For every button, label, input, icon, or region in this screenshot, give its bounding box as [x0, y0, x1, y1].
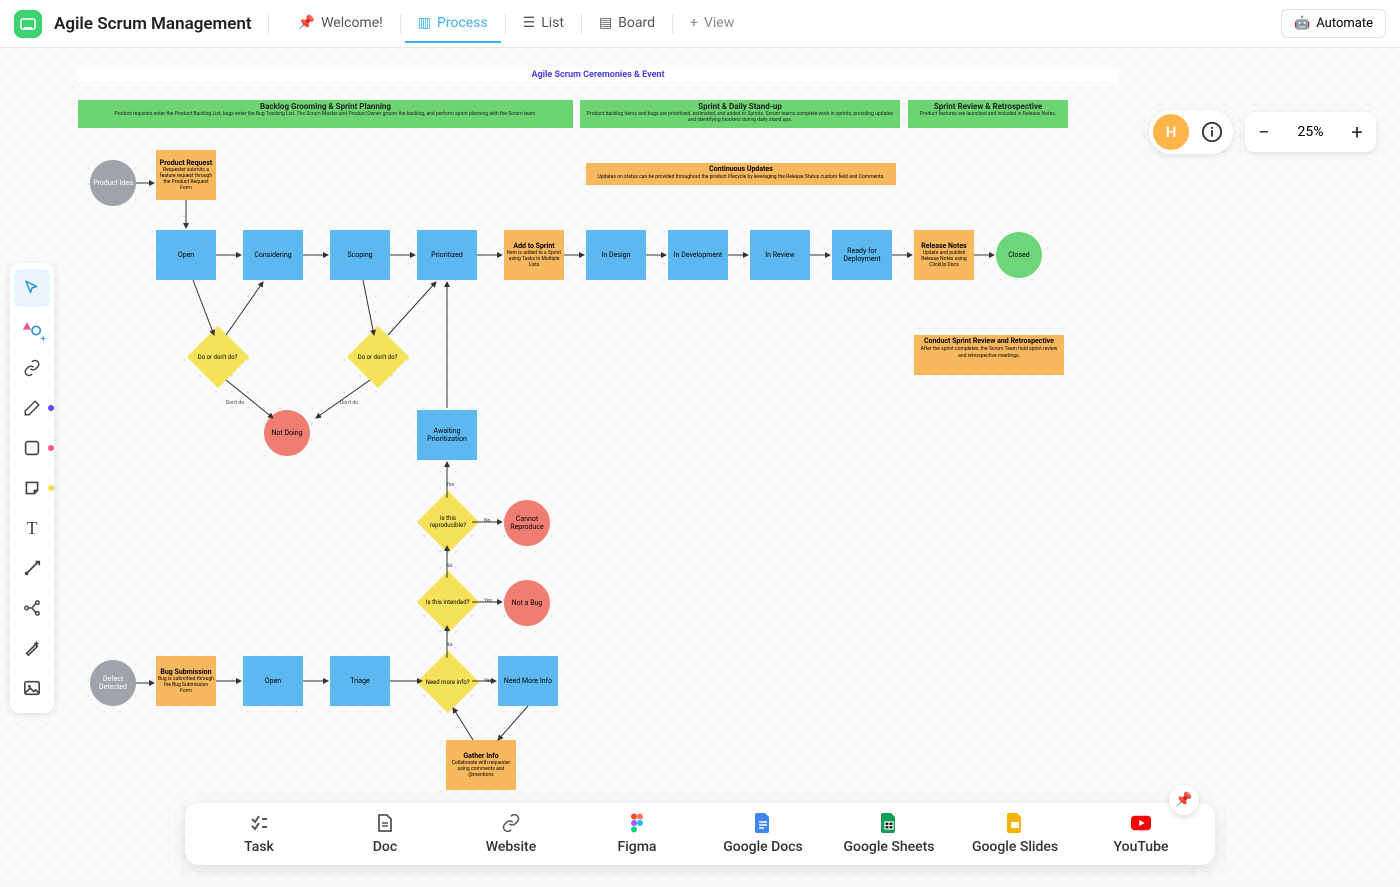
- insert-website[interactable]: Website: [451, 813, 571, 855]
- node-closed[interactable]: Closed: [996, 232, 1042, 278]
- list-icon: ☰: [523, 15, 536, 31]
- header-backlog: Backlog Grooming & Sprint Planning Produ…: [78, 100, 573, 128]
- node-open[interactable]: Open: [156, 230, 216, 280]
- board-icon: ▤: [599, 15, 612, 31]
- app-logo-icon: [14, 10, 42, 38]
- app-title: Agile Scrum Management: [54, 14, 252, 34]
- node-product-idea[interactable]: Product Idea: [90, 160, 136, 206]
- zoom-value[interactable]: 25%: [1283, 124, 1338, 140]
- label-yes-3: Yes: [484, 678, 492, 684]
- node-bug-open[interactable]: Open: [243, 656, 303, 706]
- diagram-title: Agile Scrum Ceremonies & Event: [78, 68, 1118, 82]
- sticky-note-tool[interactable]: [14, 469, 50, 507]
- mindmap-tool[interactable]: [14, 589, 50, 627]
- node-considering[interactable]: Considering: [243, 230, 303, 280]
- node-awaiting[interactable]: Awaiting Prioritization: [417, 410, 477, 460]
- insert-gsheets[interactable]: Google Sheets: [829, 813, 949, 855]
- node-in-review[interactable]: In Review: [750, 230, 810, 280]
- insert-youtube[interactable]: YouTube: [1081, 813, 1201, 855]
- ai-magic-tool[interactable]: [14, 629, 50, 667]
- label-dont-do-1: Don't do: [226, 400, 244, 406]
- shapes-tool[interactable]: +: [14, 309, 50, 347]
- node-release-notes[interactable]: Release Notes Update and publish Release…: [914, 230, 974, 280]
- node-scoping[interactable]: Scoping: [330, 230, 390, 280]
- image-tool[interactable]: [14, 669, 50, 707]
- insert-doc[interactable]: Doc: [325, 813, 445, 855]
- insert-task[interactable]: Task: [199, 813, 319, 855]
- node-ready-deploy[interactable]: Ready for Deployment: [832, 230, 892, 280]
- doc-icon: [375, 813, 395, 833]
- tab-board[interactable]: ▤ Board: [586, 5, 668, 43]
- website-icon: [501, 813, 521, 833]
- node-not-bug[interactable]: Not a Bug: [504, 580, 550, 626]
- zoom-in-button[interactable]: +: [1338, 112, 1376, 152]
- zoom-out-button[interactable]: −: [1245, 112, 1283, 152]
- node-add-to-sprint[interactable]: Add to Sprint Item is added to a Sprint …: [504, 230, 564, 280]
- node-need-more[interactable]: Need More Info: [498, 656, 558, 706]
- pen-tool[interactable]: [14, 389, 50, 427]
- task-icon: [249, 813, 269, 833]
- tab-welcome[interactable]: 📌 Welcome!: [285, 5, 396, 43]
- label-yes-1: Yes: [446, 482, 454, 488]
- node-decision-2[interactable]: Do or don't do?: [347, 326, 409, 388]
- node-in-design[interactable]: In Design: [586, 230, 646, 280]
- gslides-icon: [1005, 813, 1025, 833]
- user-avatar[interactable]: H: [1153, 114, 1189, 150]
- label-no-2: No: [446, 563, 452, 569]
- node-prioritized[interactable]: Prioritized: [417, 230, 477, 280]
- label-no-3: No: [446, 642, 452, 648]
- insert-panel: 📌 Task Doc Website Figma Google Docs Goo…: [185, 803, 1215, 865]
- gsheets-icon: [879, 813, 899, 833]
- label-dont-do-2: Don't do: [340, 400, 358, 406]
- add-view-button[interactable]: + View: [677, 5, 747, 43]
- header-sprint: Sprint & Daily Stand-up Product backlog …: [580, 100, 900, 128]
- label-yes-2: Yes: [484, 598, 492, 604]
- rectangle-tool[interactable]: [14, 429, 50, 467]
- tab-list[interactable]: ☰ List: [510, 5, 577, 43]
- label-no-1: No: [484, 518, 490, 524]
- insert-gdocs[interactable]: Google Docs: [703, 813, 823, 855]
- automate-button[interactable]: 🤖 Automate: [1281, 9, 1386, 38]
- node-in-development[interactable]: In Development: [668, 230, 728, 280]
- node-defect[interactable]: Defect Detected: [90, 660, 136, 706]
- node-gather-info[interactable]: Gather Info Collaborate with requester u…: [446, 740, 516, 790]
- continuous-updates-box: Continuous Updates Updates on status can…: [586, 163, 896, 185]
- pin-panel-button[interactable]: 📌: [1169, 785, 1199, 815]
- insert-gslides[interactable]: Google Slides: [955, 813, 1075, 855]
- whiteboard-icon: ▥: [418, 15, 431, 31]
- youtube-icon: [1131, 813, 1151, 833]
- diagram-content[interactable]: Agile Scrum Ceremonies & Event Backlog G…: [78, 60, 1118, 820]
- figma-icon: [627, 813, 647, 833]
- link-tool[interactable]: [14, 349, 50, 387]
- pointer-tool[interactable]: [14, 269, 50, 307]
- node-not-doing[interactable]: Not Doing: [264, 410, 310, 456]
- node-intended[interactable]: Is this intended?: [417, 571, 479, 633]
- info-button[interactable]: [1199, 119, 1225, 145]
- pin-star-icon: 📌: [298, 15, 315, 31]
- node-bug-submission[interactable]: Bug Submission Bug is submitted through …: [156, 656, 216, 706]
- node-product-request[interactable]: Product Request Requester submits a feat…: [156, 150, 216, 200]
- robot-icon: 🤖: [1294, 16, 1310, 31]
- gdocs-icon: [753, 813, 773, 833]
- view-tabs: 📌 Welcome! ▥ Process ☰ List ▤ Board + Vi…: [285, 5, 748, 43]
- node-more-info[interactable]: Need more info?: [417, 651, 479, 713]
- node-reproducible[interactable]: Is this reproducible?: [417, 491, 479, 553]
- text-tool[interactable]: T: [14, 509, 50, 547]
- whiteboard-canvas[interactable]: + T: [0, 48, 1400, 887]
- retro-box: Conduct Sprint Review and Retrospective …: [914, 335, 1064, 375]
- node-cannot-repro[interactable]: Cannot Reproduce: [504, 500, 550, 546]
- node-triage[interactable]: Triage: [330, 656, 390, 706]
- node-decision-1[interactable]: Do or don't do?: [187, 326, 249, 388]
- tab-process[interactable]: ▥ Process: [405, 5, 501, 43]
- insert-figma[interactable]: Figma: [577, 813, 697, 855]
- connector-tool[interactable]: [14, 549, 50, 587]
- header-review: Sprint Review & Retrospective Product fe…: [908, 100, 1068, 128]
- left-toolbar: + T: [10, 263, 54, 713]
- plus-icon: +: [690, 15, 698, 31]
